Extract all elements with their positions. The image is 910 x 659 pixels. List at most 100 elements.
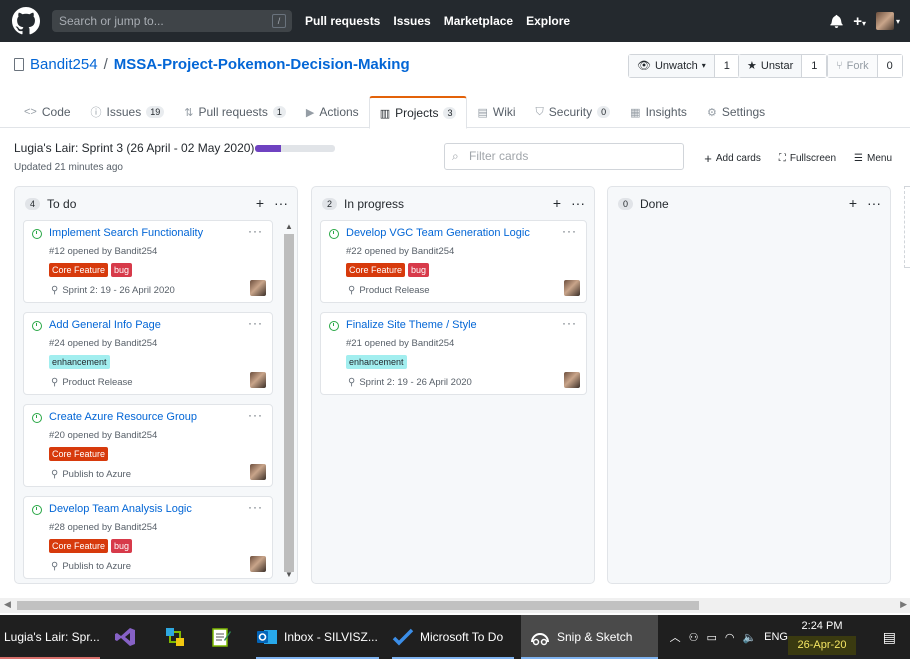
add-column-placeholder[interactable] xyxy=(904,186,910,268)
plus-dropdown-icon[interactable]: +▾ xyxy=(853,13,866,30)
card-milestone[interactable]: ⚲ Sprint 2: 19 - 26 April 2020 xyxy=(348,377,472,388)
card[interactable]: Create Azure Resource Group ··· #20 open… xyxy=(23,404,273,487)
card-title[interactable]: Implement Search Functionality xyxy=(49,227,203,239)
horizontal-scrollbar[interactable]: ◀ ▶ xyxy=(0,598,910,613)
card-title[interactable]: Add General Info Page xyxy=(49,319,161,331)
card[interactable]: Develop Team Analysis Logic ··· #28 open… xyxy=(23,496,273,579)
label-bug[interactable]: bug xyxy=(111,539,133,553)
tab-insights[interactable]: ▦ Insights xyxy=(620,96,697,128)
volume-icon[interactable]: 🔈 xyxy=(742,631,756,644)
fork-button[interactable]: ⑂ Fork xyxy=(828,55,877,77)
label-bug[interactable]: bug xyxy=(111,263,133,277)
card-menu-dots-icon[interactable]: ··· xyxy=(248,316,263,330)
card[interactable]: Finalize Site Theme / Style ··· #21 open… xyxy=(320,312,587,395)
card-milestone[interactable]: ⚲ Publish to Azure xyxy=(51,561,131,572)
star-count[interactable]: 1 xyxy=(801,55,827,77)
unstar-button[interactable]: ★ Unstar xyxy=(739,55,802,77)
card-title[interactable]: Develop Team Analysis Logic xyxy=(49,503,192,515)
avatar[interactable] xyxy=(250,556,266,572)
taskbar-browser[interactable]: Lugia's Lair: Spr... xyxy=(0,615,104,659)
people-icon[interactable]: ⚇ xyxy=(689,631,699,644)
taskbar-notepad[interactable] xyxy=(210,615,232,659)
label-core-feature[interactable]: Core Feature xyxy=(49,447,109,461)
bell-icon[interactable] xyxy=(830,14,843,28)
label-enhancement[interactable]: enhancement xyxy=(346,355,407,369)
clock[interactable]: 2:24 PM 26-Apr-20 xyxy=(788,617,856,655)
avatar[interactable] xyxy=(250,372,266,388)
column-menu-dots-icon[interactable]: ··· xyxy=(571,195,585,211)
avatar[interactable] xyxy=(564,280,580,296)
avatar[interactable] xyxy=(250,280,266,296)
card-menu-dots-icon[interactable]: ··· xyxy=(248,408,263,422)
column-menu-dots-icon[interactable]: ··· xyxy=(867,195,881,211)
scroll-right-arrow-icon[interactable]: ▶ xyxy=(900,599,907,610)
taskbar-todo[interactable]: Microsoft To Do xyxy=(392,615,514,659)
unwatch-button[interactable]: 👁 Unwatch ▾ xyxy=(629,55,714,77)
scroll-up-arrow-icon[interactable]: ▲ xyxy=(285,222,293,231)
add-card-plus-icon[interactable]: + xyxy=(553,195,561,211)
nav-pull-requests[interactable]: Pull requests xyxy=(305,14,380,28)
project-name[interactable]: Lugia's Lair: Sprint 3 (26 April - 02 Ma… xyxy=(14,141,254,155)
battery-icon[interactable]: ▭ xyxy=(706,631,716,644)
card[interactable]: Add General Info Page ··· #24 opened by … xyxy=(23,312,273,395)
tab-actions[interactable]: ▶ Actions xyxy=(296,96,369,128)
tab-issues[interactable]: ⓘ Issues 19 xyxy=(81,96,175,128)
fork-count[interactable]: 0 xyxy=(876,55,902,77)
card-menu-dots-icon[interactable]: ··· xyxy=(562,316,577,330)
card-menu-dots-icon[interactable]: ··· xyxy=(248,500,263,514)
label-core-feature[interactable]: Core Feature xyxy=(49,539,109,553)
tab-wiki[interactable]: ▤ Wiki xyxy=(467,96,525,128)
nav-issues[interactable]: Issues xyxy=(393,14,430,28)
menu-button[interactable]: ☰ Menu xyxy=(854,151,892,166)
label-core-feature[interactable]: Core Feature xyxy=(346,263,406,277)
watch-count[interactable]: 1 xyxy=(713,55,739,77)
add-card-plus-icon[interactable]: + xyxy=(256,195,264,211)
card-title[interactable]: Finalize Site Theme / Style xyxy=(346,319,477,331)
card[interactable]: Implement Search Functionality ··· #12 o… xyxy=(23,220,273,303)
scroll-down-arrow-icon[interactable]: ▼ xyxy=(285,570,293,579)
scroll-left-arrow-icon[interactable]: ◀ xyxy=(4,599,11,610)
card-milestone[interactable]: ⚲ Publish to Azure xyxy=(51,469,131,480)
card-milestone[interactable]: ⚲ Product Release xyxy=(348,285,430,296)
scrollbar-thumb[interactable] xyxy=(17,601,699,610)
language-indicator[interactable]: ENG xyxy=(764,631,788,643)
fullscreen-button[interactable]: ⛶ Fullscreen xyxy=(779,151,836,166)
card-title[interactable]: Create Azure Resource Group xyxy=(49,411,197,423)
card-milestone[interactable]: ⚲ Product Release xyxy=(51,377,133,388)
avatar[interactable] xyxy=(564,372,580,388)
card[interactable]: Develop VGC Team Generation Logic ··· #2… xyxy=(320,220,587,303)
column-scrollbar[interactable]: ▲ ▼ xyxy=(282,222,294,582)
scrollbar-thumb[interactable] xyxy=(284,234,294,572)
tab-pull-requests[interactable]: ⇅ Pull requests 1 xyxy=(174,96,296,128)
taskbar-visual-studio[interactable] xyxy=(114,615,136,659)
search-input[interactable]: Search or jump to... / xyxy=(52,10,292,32)
card-title[interactable]: Develop VGC Team Generation Logic xyxy=(346,227,530,239)
taskbar-app[interactable] xyxy=(164,615,186,659)
filter-cards-input[interactable]: ⌕ Filter cards xyxy=(444,143,684,170)
column-menu-dots-icon[interactable]: ··· xyxy=(274,195,288,211)
repo-name-link[interactable]: MSSA-Project-Pokemon-Decision-Making xyxy=(114,56,410,73)
card-milestone[interactable]: ⚲ Sprint 2: 19 - 26 April 2020 xyxy=(51,285,175,296)
wifi-icon[interactable]: ◠ xyxy=(725,631,735,644)
tab-code[interactable]: <> Code xyxy=(14,96,81,128)
card-menu-dots-icon[interactable]: ··· xyxy=(562,224,577,238)
nav-explore[interactable]: Explore xyxy=(526,14,570,28)
card-menu-dots-icon[interactable]: ··· xyxy=(248,224,263,238)
user-menu[interactable]: ▾ xyxy=(875,12,900,30)
tab-settings[interactable]: ⚙ Settings xyxy=(697,96,775,128)
github-logo-icon[interactable] xyxy=(12,7,40,35)
taskbar-outlook[interactable]: Inbox - SILVISZ... xyxy=(256,615,379,659)
tab-security[interactable]: ⛉ Security 0 xyxy=(526,96,621,128)
avatar[interactable] xyxy=(250,464,266,480)
tab-projects[interactable]: ▥ Projects 3 xyxy=(368,96,468,129)
add-cards-button[interactable]: + Add cards xyxy=(704,151,761,166)
chevron-up-icon[interactable]: ︿ xyxy=(670,629,681,645)
add-card-plus-icon[interactable]: + xyxy=(849,195,857,211)
taskbar-snip-sketch[interactable]: Snip & Sketch xyxy=(521,615,658,659)
label-core-feature[interactable]: Core Feature xyxy=(49,263,109,277)
repo-owner-link[interactable]: Bandit254 xyxy=(30,56,98,73)
nav-marketplace[interactable]: Marketplace xyxy=(444,14,513,28)
label-enhancement[interactable]: enhancement xyxy=(49,355,110,369)
notification-icon[interactable]: ▤ xyxy=(883,629,896,646)
label-bug[interactable]: bug xyxy=(408,263,430,277)
